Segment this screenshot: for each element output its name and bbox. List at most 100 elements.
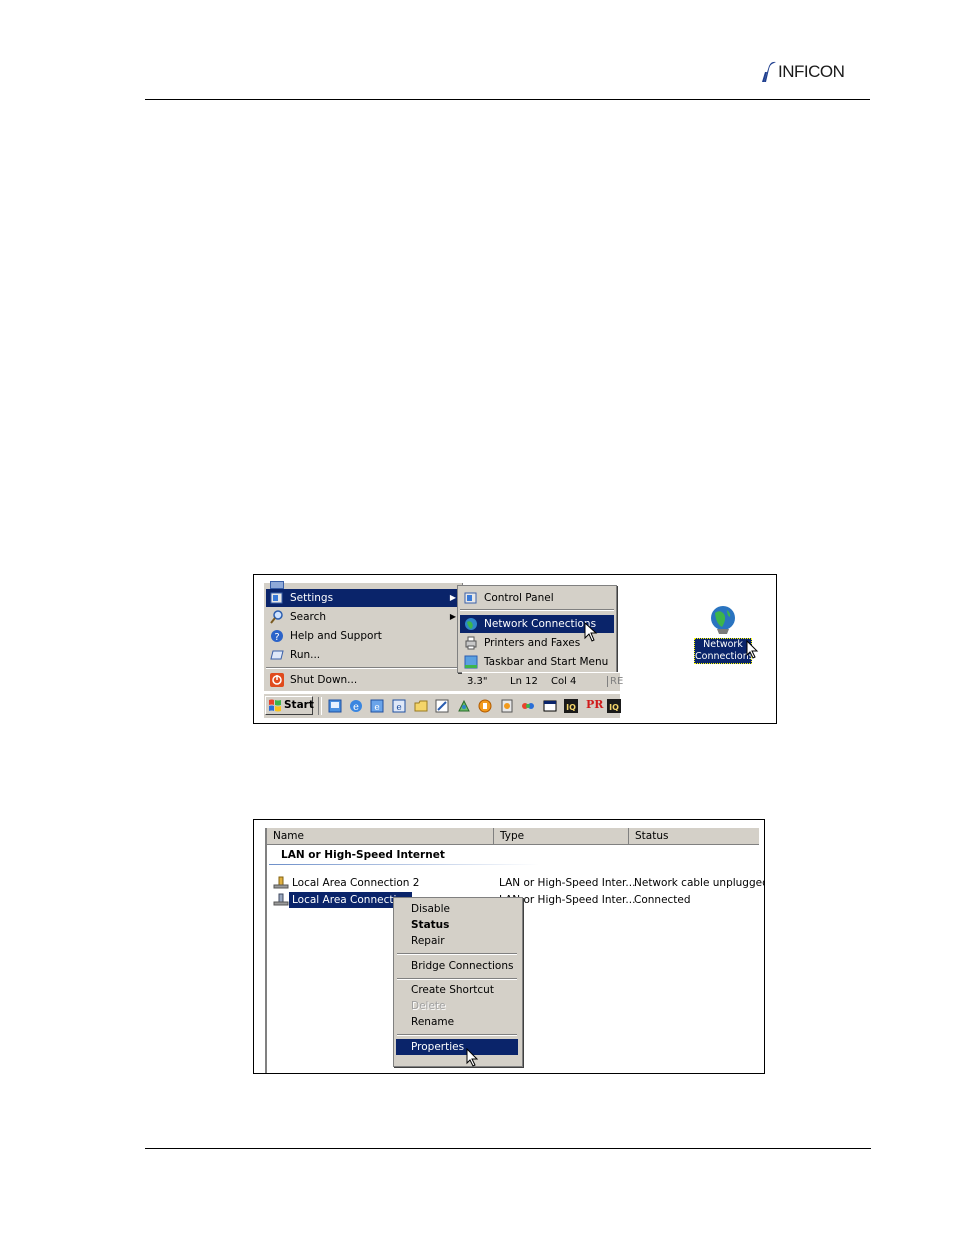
menu-separator	[397, 978, 517, 980]
context-label: Rename	[411, 1016, 455, 1028]
context-item-status[interactable]: Status	[396, 917, 518, 933]
submenu-item-control-panel[interactable]: Control Panel	[460, 589, 614, 607]
iq-app-icon[interactable]: IQ	[564, 699, 578, 713]
browser-window-icon[interactable]: e	[392, 699, 406, 713]
menu-label: Help and Support	[290, 630, 382, 642]
logo-text: INFICON	[778, 62, 845, 81]
menu-separator	[266, 667, 460, 669]
edit-icon[interactable]	[435, 699, 449, 713]
header-rule	[145, 99, 870, 100]
shutdown-icon	[270, 673, 284, 687]
context-label: Disable	[411, 903, 450, 915]
start-label: Start	[284, 699, 314, 711]
network-globe-icon	[465, 618, 477, 630]
column-header-status[interactable]: Status	[629, 828, 759, 845]
context-label: Status	[411, 919, 450, 931]
editor-statusbar: 3.3" Ln 12 Col 4 RE	[462, 672, 623, 691]
start-button[interactable]: Start	[265, 696, 314, 715]
connection-status: Network cable unplugged	[634, 877, 765, 889]
context-label: Delete	[411, 1000, 446, 1012]
start-menu-item-search[interactable]: Search ▶	[266, 608, 460, 626]
desktop-icon-label: Network Connections	[694, 638, 754, 664]
svg-text:IQ: IQ	[609, 703, 619, 712]
menu-label: Settings	[290, 592, 334, 604]
figure-network-connections-screenshot: Name Type Status LAN or High-Speed Inter…	[253, 819, 765, 1074]
start-menu-item-shutdown[interactable]: Shut Down...	[266, 671, 460, 689]
document-icon[interactable]	[500, 699, 514, 713]
desktop-network-connections-icon[interactable]: Network Connections	[692, 605, 759, 665]
context-label: Properties	[411, 1041, 465, 1053]
menu-separator	[397, 1034, 517, 1036]
color-wheel-icon[interactable]	[521, 699, 535, 713]
windows-logo-icon	[269, 699, 281, 712]
context-menu: Disable Status Repair Bridge Connections…	[393, 897, 523, 1067]
search-icon	[270, 610, 283, 624]
menu-label: Printers and Faxes	[484, 637, 581, 649]
context-item-repair[interactable]: Repair	[396, 933, 518, 949]
show-desktop-icon[interactable]	[328, 699, 342, 713]
network-globe-icon	[711, 606, 735, 634]
start-menu: Settings ▶ Search ▶ ? Help and Support R…	[264, 581, 463, 691]
context-item-bridge[interactable]: Bridge Connections	[396, 958, 518, 974]
taskbar: Start e e e IQ PR IQ	[264, 693, 621, 718]
media-icon[interactable]	[478, 699, 492, 713]
submenu-item-taskbar[interactable]: Taskbar and Start Menu	[460, 653, 614, 671]
menu-separator	[397, 953, 517, 955]
context-item-rename[interactable]: Rename	[396, 1014, 518, 1030]
connection-row[interactable]: Local Area Connection 2 LAN or High-Spee…	[273, 875, 764, 891]
start-menu-item-settings[interactable]: Settings ▶	[266, 589, 460, 607]
group-divider	[269, 864, 539, 865]
pr-app-icon[interactable]: PR	[586, 698, 603, 711]
lan-connection-icon	[273, 876, 289, 889]
menu-label: Control Panel	[484, 592, 554, 604]
context-item-create-shortcut[interactable]: Create Shortcut	[396, 982, 518, 998]
start-menu-item-run[interactable]: Run...	[266, 646, 460, 664]
folder-icon[interactable]	[414, 699, 428, 713]
mouse-cursor-icon	[466, 1048, 479, 1067]
menu-label: Run...	[290, 649, 321, 661]
footer-rule	[145, 1148, 871, 1149]
inficon-logo-icon	[762, 61, 776, 82]
svg-text:IQ: IQ	[566, 703, 576, 712]
desktop-icon-label-line2: Connections	[695, 651, 754, 662]
network-icon[interactable]	[457, 699, 471, 713]
settings-icon	[270, 592, 283, 604]
mouse-cursor-icon	[584, 622, 598, 642]
taskbar-icon	[464, 655, 478, 669]
menu-label: Shut Down...	[290, 674, 358, 686]
context-item-delete: Delete	[396, 998, 518, 1014]
group-title: LAN or High-Speed Internet	[281, 849, 445, 861]
svg-text:e: e	[353, 702, 359, 713]
status-col: Col 4	[551, 676, 577, 687]
start-menu-item-help[interactable]: ? Help and Support	[266, 627, 460, 645]
figure-start-menu-screenshot: Settings ▶ Search ▶ ? Help and Support R…	[253, 574, 777, 724]
connection-name: Local Area Connection 2	[292, 877, 420, 889]
context-label: Create Shortcut	[411, 984, 494, 996]
control-panel-icon	[464, 592, 477, 604]
svg-text:?: ?	[274, 632, 279, 643]
status-size: 3.3"	[467, 676, 488, 687]
mouse-cursor-icon	[746, 640, 759, 659]
inficon-logo: INFICON	[760, 58, 874, 86]
context-label: Bridge Connections	[411, 960, 514, 972]
desktop-icon-label-line1: Network	[703, 639, 743, 650]
column-header-name[interactable]: Name	[267, 828, 494, 845]
svg-text:e: e	[374, 703, 379, 713]
context-item-disable[interactable]: Disable	[396, 901, 518, 917]
submenu-arrow-icon: ▶	[449, 593, 456, 602]
submenu-arrow-icon: ▶	[449, 612, 456, 621]
menu-label: Search	[290, 611, 327, 623]
connection-status: Connected	[634, 894, 691, 906]
help-icon: ?	[271, 630, 283, 643]
taskbar-separator	[318, 697, 322, 715]
column-header-type[interactable]: Type	[494, 828, 629, 845]
status-line: Ln 12	[510, 676, 538, 687]
menu-label: Network Connections	[484, 618, 597, 630]
browser-icon[interactable]: e	[370, 699, 384, 713]
iq-app-icon-2[interactable]: IQ	[607, 699, 621, 713]
internet-explorer-icon[interactable]: e	[349, 699, 363, 713]
window-icon[interactable]	[543, 699, 557, 713]
menu-label: Taskbar and Start Menu	[484, 656, 609, 668]
context-item-properties[interactable]: Properties	[396, 1039, 518, 1055]
menu-separator	[460, 609, 614, 611]
